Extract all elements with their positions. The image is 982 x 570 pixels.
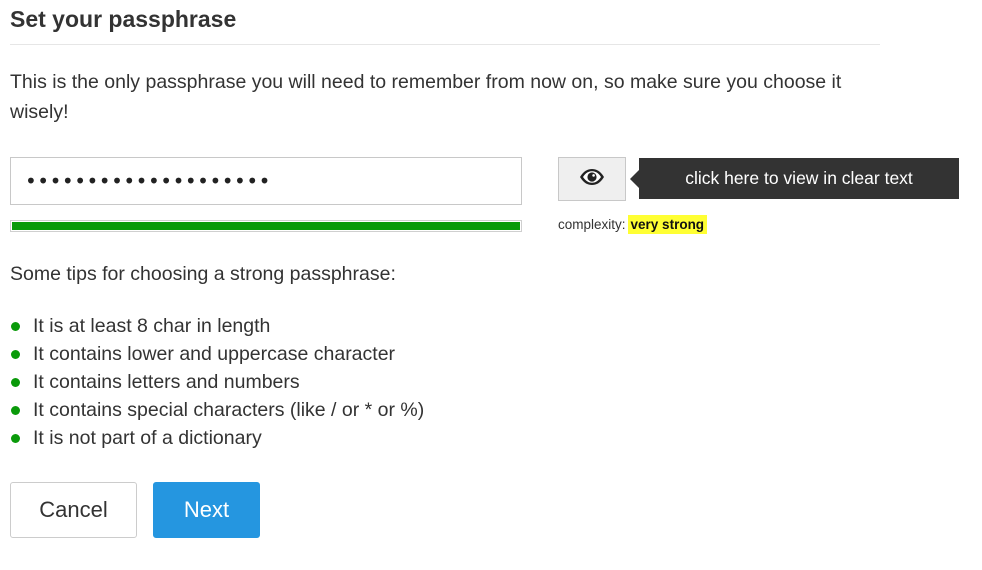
view-clear-text-button[interactable] xyxy=(558,157,626,201)
strength-meter-fill xyxy=(12,222,520,230)
tooltip-arrow xyxy=(630,170,639,188)
complexity-indicator: complexity: very strong xyxy=(558,215,708,234)
complexity-label: complexity: xyxy=(558,217,626,232)
bullet-icon xyxy=(11,321,20,331)
passphrase-masked-value: •••••••••••••••••••• xyxy=(25,169,271,193)
bullet-icon xyxy=(11,405,20,415)
tip-item: It contains special characters (like / o… xyxy=(10,396,424,424)
view-tooltip: click here to view in clear text xyxy=(639,158,959,199)
cancel-button[interactable]: Cancel xyxy=(10,482,137,538)
page-title: Set your passphrase xyxy=(10,6,237,32)
bullet-icon xyxy=(11,377,20,387)
title-divider xyxy=(10,44,880,45)
passphrase-input[interactable]: •••••••••••••••••••• xyxy=(10,157,522,205)
tip-item: It is at least 8 char in length xyxy=(10,312,424,340)
tip-text: It is not part of a dictionary xyxy=(33,426,262,449)
tip-item: It contains lower and uppercase characte… xyxy=(10,340,424,368)
tip-text: It is at least 8 char in length xyxy=(33,314,271,337)
tip-text: It contains letters and numbers xyxy=(33,370,300,393)
tips-heading: Some tips for choosing a strong passphra… xyxy=(10,263,396,285)
tip-item: It contains letters and numbers xyxy=(10,368,424,396)
eye-icon xyxy=(579,168,605,191)
strength-meter xyxy=(10,220,522,232)
next-button[interactable]: Next xyxy=(153,482,260,538)
bullet-icon xyxy=(11,349,20,359)
complexity-value: very strong xyxy=(627,215,708,234)
tip-text: It contains lower and uppercase characte… xyxy=(33,342,396,365)
intro-text: This is the only passphrase you will nee… xyxy=(10,71,842,123)
tip-text: It contains special characters (like / o… xyxy=(33,398,425,421)
passphrase-page: Set your passphrase This is the only pas… xyxy=(0,0,982,570)
bullet-icon xyxy=(11,433,20,443)
tip-item: It is not part of a dictionary xyxy=(10,424,424,452)
tips-list: It is at least 8 char in length It conta… xyxy=(10,312,424,452)
